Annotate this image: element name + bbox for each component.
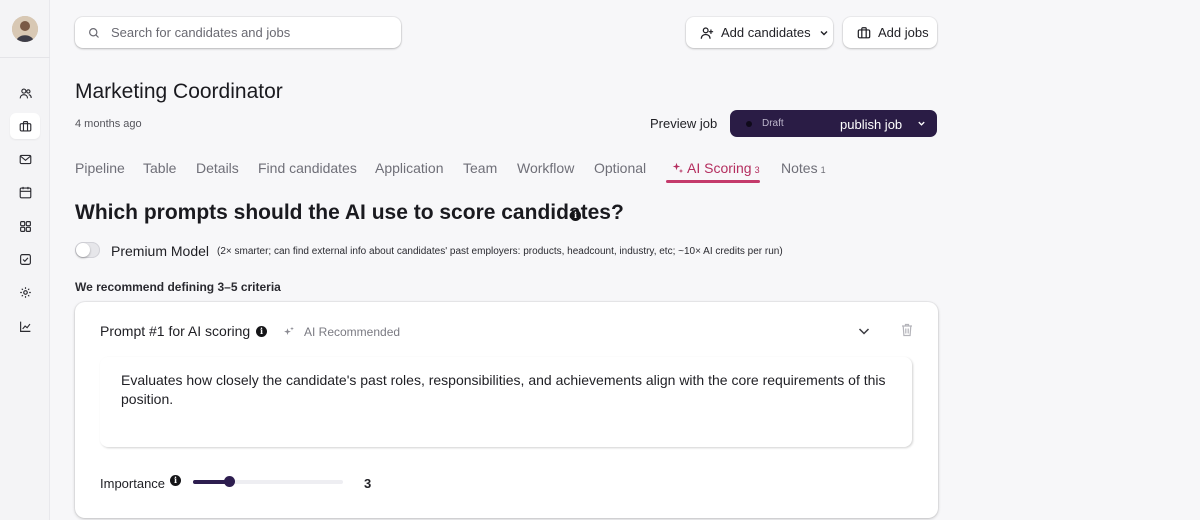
tab-workflow[interactable]: Workflow xyxy=(517,160,574,176)
mail-icon xyxy=(19,154,31,164)
active-tab-indicator xyxy=(666,180,760,183)
tab-label: Workflow xyxy=(517,160,575,176)
settings-icon xyxy=(19,286,31,298)
chevron-down-icon xyxy=(820,30,828,35)
premium-model-label: Premium Model xyxy=(111,243,210,259)
chevron-down-icon[interactable] xyxy=(917,119,926,128)
tab-label: Optional xyxy=(594,160,647,176)
tab-details[interactable]: Details xyxy=(196,160,239,176)
sidebar-item-tasks[interactable] xyxy=(10,246,40,272)
info-icon[interactable]: i xyxy=(170,475,181,486)
tab-optional[interactable]: Optional xyxy=(594,160,646,176)
prompt-title: Prompt #1 for AI scoring xyxy=(100,323,251,339)
trash-icon[interactable] xyxy=(901,323,913,337)
tab-label: AI Scoring xyxy=(687,160,752,176)
sparkle-icon xyxy=(672,162,684,174)
sidebar-item-jobs[interactable] xyxy=(10,113,40,139)
ai-recommended-label: AI Recommended xyxy=(304,325,401,339)
tab-label: Pipeline xyxy=(75,160,125,176)
toggle-knob xyxy=(76,243,90,257)
tab-table[interactable]: Table xyxy=(143,160,176,176)
prompt-textarea[interactable]: Evaluates how closely the candidate's pa… xyxy=(100,357,912,447)
sidebar-item-reports[interactable] xyxy=(10,313,40,339)
publish-job-button[interactable]: Draft publish job xyxy=(730,110,937,137)
page-title: Marketing Coordinator xyxy=(75,80,283,103)
importance-label: Importance xyxy=(100,476,166,491)
premium-model-note: (2× smarter; can find external info abou… xyxy=(217,246,783,257)
publish-job-label: publish job xyxy=(840,117,903,132)
tab-label: Details xyxy=(196,160,239,176)
add-candidates-button[interactable]: Add candidates xyxy=(686,17,833,48)
avatar[interactable] xyxy=(12,16,38,42)
tab-count: 3 xyxy=(754,165,760,175)
sidebar xyxy=(0,0,50,520)
tab-pipeline[interactable]: Pipeline xyxy=(75,160,125,176)
status-dot xyxy=(746,121,752,127)
tab-label: Team xyxy=(463,160,498,176)
sidebar-item-calendar[interactable] xyxy=(10,179,40,205)
premium-model-toggle[interactable] xyxy=(75,242,100,258)
tab-notes[interactable]: Notes 1 xyxy=(781,160,826,176)
tab-ai-scoring[interactable]: AI Scoring 3 xyxy=(672,160,760,176)
prompt-card: Prompt #1 for AI scoring i AI Recommende… xyxy=(75,302,938,518)
calendar-icon xyxy=(19,186,31,198)
chevron-down-icon[interactable] xyxy=(857,324,871,338)
search-icon xyxy=(89,27,99,38)
add-user-icon xyxy=(700,26,714,39)
criteria-recommendation: We recommend defining 3–5 criteria xyxy=(75,280,281,294)
tab-application[interactable]: Application xyxy=(375,160,444,176)
task-check-icon xyxy=(19,253,31,265)
tab-label: Table xyxy=(143,160,177,176)
search-bar[interactable] xyxy=(75,17,401,48)
sidebar-item-apps[interactable] xyxy=(10,213,40,239)
apps-icon xyxy=(19,220,31,232)
info-icon[interactable]: i xyxy=(570,210,581,221)
chart-icon xyxy=(19,321,30,332)
job-age: 4 months ago xyxy=(75,118,142,130)
tab-label: Find candidates xyxy=(258,160,357,176)
importance-slider[interactable] xyxy=(193,476,343,487)
search-input[interactable] xyxy=(111,25,391,40)
sidebar-item-inbox[interactable] xyxy=(10,146,40,172)
sidebar-item-candidates[interactable] xyxy=(10,80,40,106)
preview-job-link[interactable]: Preview job xyxy=(650,116,717,131)
status-badge: Draft xyxy=(762,118,784,129)
importance-value: 3 xyxy=(364,476,372,491)
scoring-heading: Which prompts should the AI use to score… xyxy=(75,201,624,224)
add-jobs-label: Add jobs xyxy=(878,25,929,40)
tab-count: 1 xyxy=(820,165,826,175)
add-jobs-button[interactable]: Add jobs xyxy=(843,17,937,48)
info-icon[interactable]: i xyxy=(256,326,267,337)
add-candidates-label: Add candidates xyxy=(721,25,811,40)
users-icon xyxy=(19,87,32,98)
ai-recommended-badge: AI Recommended xyxy=(283,325,400,339)
tab-label: Notes xyxy=(781,160,818,176)
sidebar-divider xyxy=(0,57,50,58)
briefcase-icon xyxy=(857,26,871,38)
tab-find-candidates[interactable]: Find candidates xyxy=(258,160,357,176)
tab-label: Application xyxy=(375,160,444,176)
briefcase-icon xyxy=(19,120,31,132)
tab-team[interactable]: Team xyxy=(463,160,497,176)
sidebar-item-settings[interactable] xyxy=(10,279,40,305)
sparkle-icon xyxy=(284,326,294,335)
slider-thumb[interactable] xyxy=(224,476,235,487)
